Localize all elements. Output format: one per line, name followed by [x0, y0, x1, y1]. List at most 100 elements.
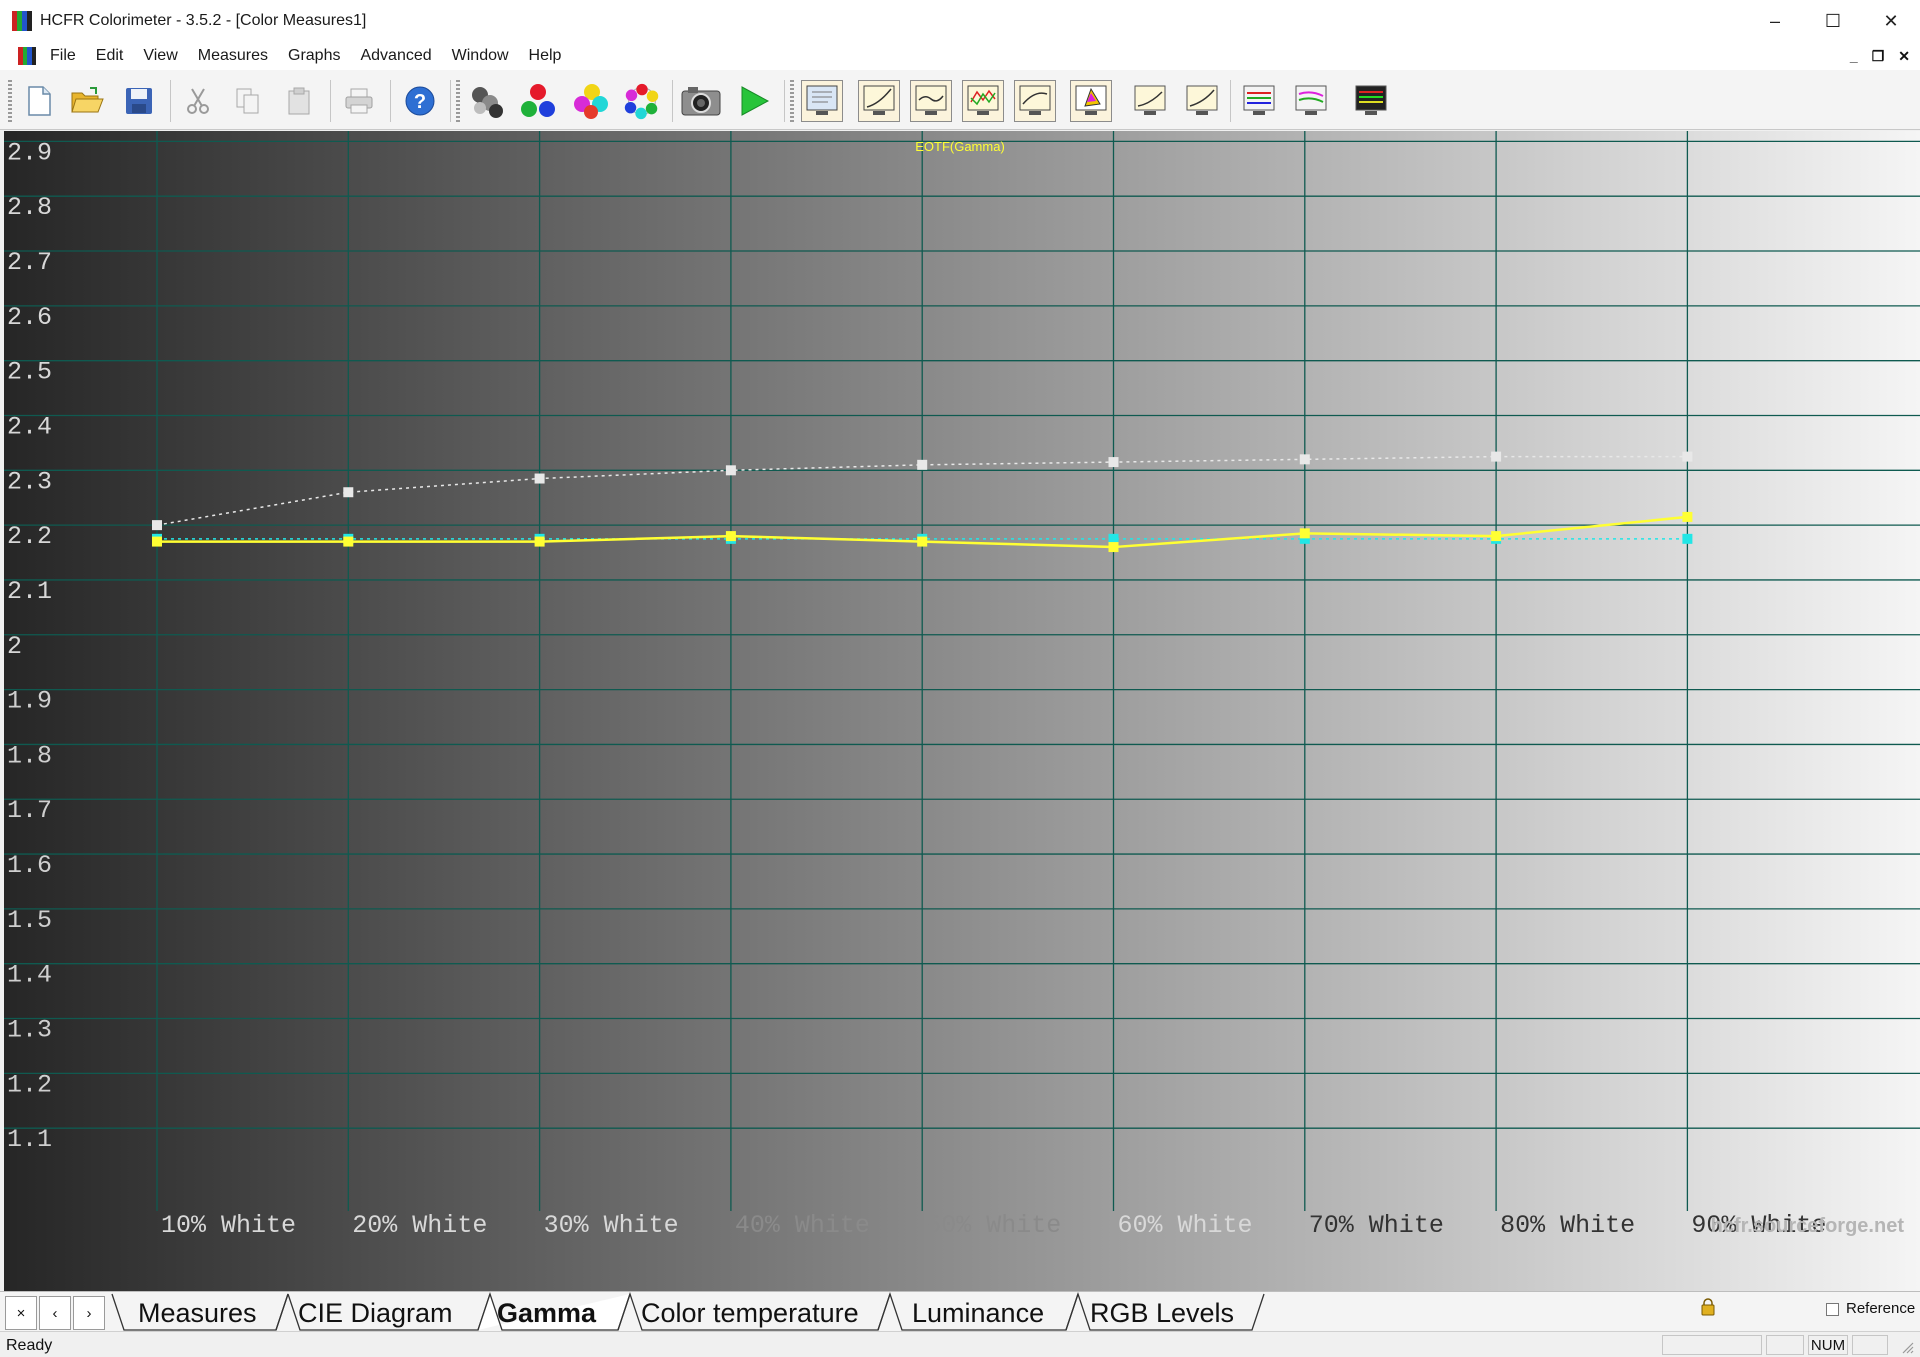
play-icon[interactable] [733, 80, 775, 122]
y-tick-label: 1.5 [7, 906, 52, 935]
x-tick-label: 20% White [352, 1211, 487, 1240]
series-point [1108, 457, 1119, 468]
toolbar-grip[interactable] [456, 80, 460, 122]
y-tick-label: 1.9 [7, 687, 52, 716]
view-tab-strip: × ‹ › Measures CIE Diagram Gamma Color t… [0, 1291, 1920, 1331]
graph-view-icon-4[interactable] [962, 80, 1004, 122]
reference-label: Reference [1846, 1300, 1916, 1317]
series-point [534, 473, 545, 484]
scroll-tabs-left-button[interactable]: ‹ [39, 1296, 71, 1330]
measure-grayscale-icon[interactable] [466, 80, 508, 122]
y-tick-label: 2.7 [7, 248, 52, 277]
status-text: Ready [6, 1337, 53, 1354]
measure-secondaries-icon[interactable] [570, 80, 612, 122]
graph-view-icon-11[interactable] [1350, 80, 1392, 122]
y-tick-label: 2.3 [7, 467, 52, 496]
measure-primaries-icon[interactable] [517, 80, 559, 122]
x-tick-label: 60% White [1118, 1211, 1253, 1240]
menu-measures[interactable]: Measures [188, 47, 278, 65]
toolbar-grip[interactable] [790, 80, 794, 122]
minimize-button[interactable]: – [1746, 0, 1804, 42]
series-point [343, 536, 354, 547]
print-icon[interactable] [338, 80, 380, 122]
series-point [1491, 531, 1502, 542]
mdi-close-button[interactable]: ✕ [1898, 48, 1910, 65]
tab-color-temperature[interactable]: Color temperature [641, 1297, 859, 1329]
menu-advanced[interactable]: Advanced [350, 47, 441, 65]
toolbar-separator [330, 80, 331, 122]
num-lock-indicator: NUM [1808, 1335, 1848, 1355]
document-menu-icon[interactable] [18, 47, 36, 65]
gamma-chart[interactable]: 2.9 2.8 2.7 2.6 2.5 2.4 2.3 2.2 2.1 2 1.9 1.8 1.7 1.6… [4, 131, 1920, 1291]
menu-bar: File Edit View Measures Graphs Advanced … [0, 42, 1920, 70]
scroll-tabs-right-button[interactable]: › [73, 1296, 105, 1330]
menu-window[interactable]: Window [442, 47, 519, 65]
new-document-icon[interactable] [18, 80, 60, 122]
graph-view-icon-9[interactable] [1238, 80, 1280, 122]
series-point [1108, 542, 1119, 553]
series-point [917, 536, 928, 547]
tab-cie-diagram[interactable]: CIE Diagram [298, 1297, 453, 1329]
menu-help[interactable]: Help [519, 47, 572, 65]
title-bar: HCFR Colorimeter - 3.5.2 - [Color Measur… [0, 0, 1920, 42]
chart-background [4, 131, 1920, 1291]
y-tick-label: 1.4 [7, 961, 52, 990]
x-tick-label: 70% White [1309, 1211, 1444, 1240]
open-folder-icon[interactable] [66, 80, 108, 122]
toolbar-grip[interactable] [8, 80, 12, 122]
toolbar-separator [784, 80, 785, 122]
menu-file[interactable]: File [40, 47, 86, 65]
graph-view-icon-1[interactable] [801, 80, 843, 122]
mdi-restore-button[interactable]: ❐ [1872, 48, 1885, 65]
series-point [1682, 533, 1693, 544]
menu-view[interactable]: View [133, 47, 187, 65]
status-pane [1766, 1335, 1804, 1355]
x-tick-label: 40% White [735, 1211, 870, 1240]
tab-luminance[interactable]: Luminance [912, 1297, 1044, 1329]
tab-gamma[interactable]: Gamma [497, 1297, 596, 1329]
toolbar-separator [672, 80, 673, 122]
maximize-button[interactable]: ☐ [1804, 0, 1862, 42]
hcfr-app-icon[interactable] [12, 11, 32, 31]
chart-title: EOTF(Gamma) [915, 139, 1005, 154]
tab-rgb-levels[interactable]: RGB Levels [1090, 1297, 1234, 1329]
reference-checkbox[interactable] [1826, 1303, 1839, 1316]
series-point [1299, 528, 1310, 539]
toolbar-separator [390, 80, 391, 122]
y-tick-label: 1.7 [7, 796, 52, 825]
menu-edit[interactable]: Edit [86, 47, 134, 65]
series-point [917, 459, 928, 470]
close-tab-button[interactable]: × [5, 1296, 37, 1330]
mdi-minimize-button[interactable]: _ [1850, 48, 1858, 64]
y-tick-label: 2.2 [7, 522, 52, 551]
graph-view-icon-10[interactable] [1290, 80, 1332, 122]
y-tick-label: 2.6 [7, 303, 52, 332]
graph-view-icon-3[interactable] [910, 80, 952, 122]
graph-view-icon-2[interactable] [858, 80, 900, 122]
graph-view-icon-8[interactable] [1181, 80, 1223, 122]
save-icon[interactable] [118, 80, 160, 122]
status-bar: Ready NUM [0, 1331, 1920, 1357]
close-button[interactable]: ✕ [1862, 0, 1920, 42]
y-tick-label: 2.5 [7, 358, 52, 387]
camera-icon[interactable] [680, 80, 722, 122]
series-point [1491, 451, 1502, 462]
series-point [343, 487, 354, 498]
y-tick-label: 2.8 [7, 193, 52, 222]
help-icon[interactable]: ? [399, 80, 441, 122]
x-tick-label: 30% White [544, 1211, 679, 1240]
y-tick-label: 1.2 [7, 1070, 52, 1099]
cut-icon[interactable] [177, 80, 219, 122]
graph-view-icon-7[interactable] [1129, 80, 1171, 122]
copy-icon[interactable] [227, 80, 269, 122]
tab-measures[interactable]: Measures [138, 1297, 257, 1329]
paste-icon[interactable] [278, 80, 320, 122]
graph-view-icon-6[interactable] [1070, 80, 1112, 122]
resize-grip-icon[interactable] [1900, 1340, 1914, 1354]
measure-saturations-icon[interactable] [621, 80, 663, 122]
x-tick-label: 10% White [161, 1211, 296, 1240]
graph-view-icon-5[interactable] [1014, 80, 1056, 122]
menu-graphs[interactable]: Graphs [278, 47, 350, 65]
series-point [1682, 511, 1693, 522]
lock-icon[interactable] [1700, 1298, 1716, 1316]
